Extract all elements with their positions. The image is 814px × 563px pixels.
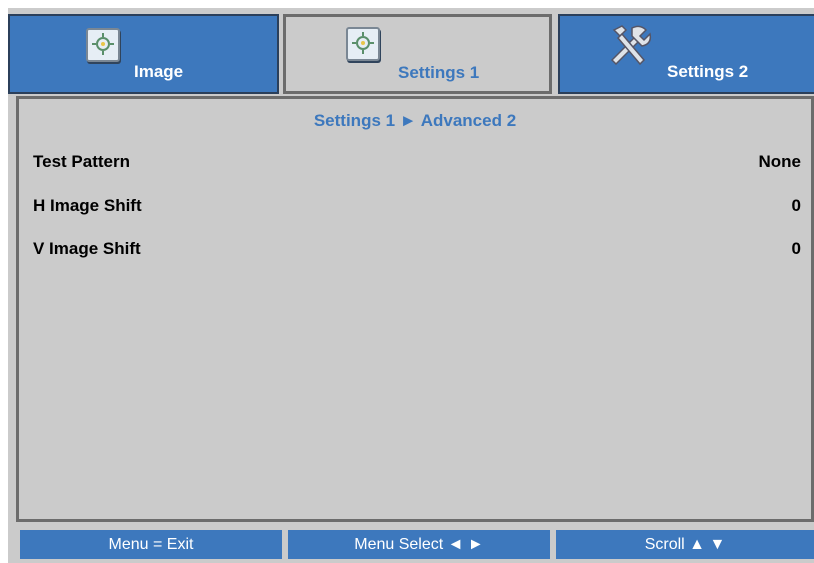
- help-scroll: Scroll ▲ ▼: [556, 530, 814, 559]
- tab-settings-2-label: Settings 2: [667, 62, 749, 81]
- menu-item-test-pattern[interactable]: Test Pattern None: [33, 149, 801, 175]
- tab-settings-1[interactable]: Settings 1: [283, 14, 552, 94]
- help-exit: Menu = Exit: [20, 530, 282, 559]
- menu-item-value: 0: [791, 239, 801, 258]
- menu-item-v-image-shift[interactable]: V Image Shift 0: [33, 236, 801, 262]
- breadcrumb: Settings 1 ► Advanced 2: [313, 111, 517, 130]
- tab-image-label: Image: [134, 62, 184, 81]
- help-bar: Menu = Exit Menu Select ◄ ► Scroll ▲ ▼: [20, 530, 814, 559]
- tab-settings-1-label: Settings 1: [398, 63, 480, 82]
- menu-item-label: H Image Shift: [33, 196, 142, 215]
- help-menu-select: Menu Select ◄ ►: [288, 530, 550, 559]
- menu-item-label: Test Pattern: [33, 152, 130, 171]
- settings1-icon: [346, 27, 380, 61]
- tab-image[interactable]: Image: [8, 14, 279, 94]
- tools-icon: [604, 22, 654, 73]
- menu-item-label: V Image Shift: [33, 239, 141, 258]
- menu-item-value: None: [758, 152, 802, 171]
- tab-bar: Image Settings 1 Settings 2: [8, 8, 814, 95]
- menu-panel: Settings 1 ► Advanced 2 Test Pattern Non…: [16, 96, 814, 522]
- tab-settings-2[interactable]: Settings 2: [558, 14, 814, 94]
- menu-item-value: 0: [791, 196, 801, 215]
- osd-menu: Image Settings 1 Settings 2 Settings 1 ►…: [8, 8, 814, 563]
- image-icon: [86, 28, 120, 62]
- menu-item-h-image-shift[interactable]: H Image Shift 0: [33, 193, 801, 219]
